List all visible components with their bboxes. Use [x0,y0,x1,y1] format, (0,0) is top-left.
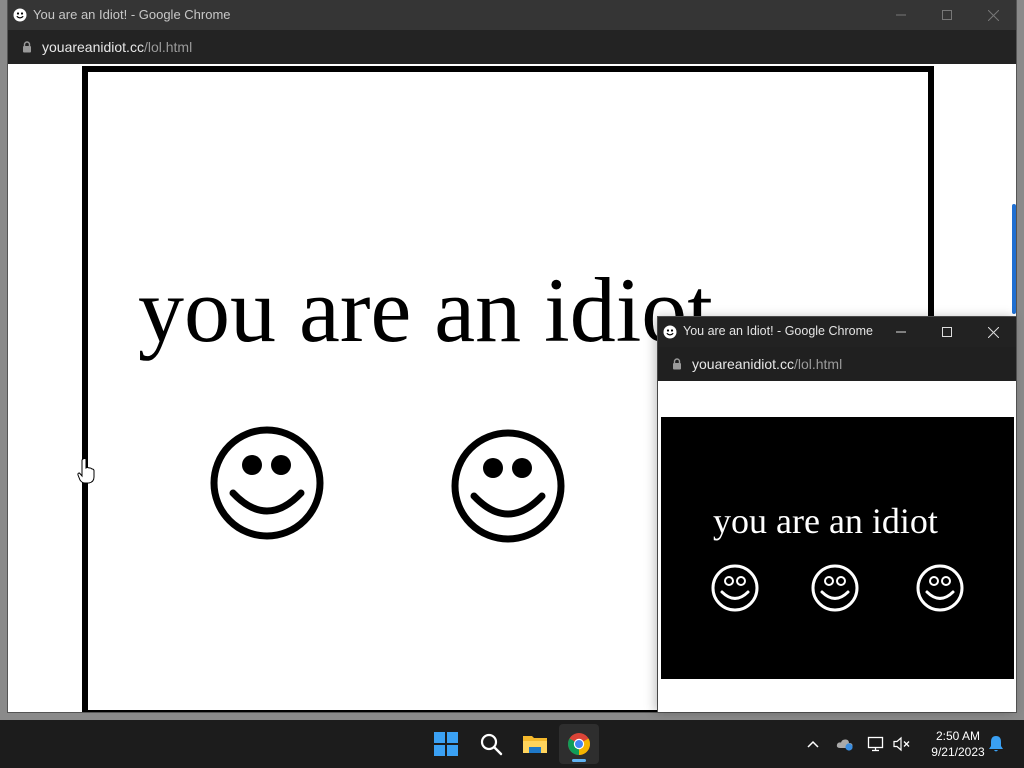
popup-url-text[interactable]: youareanidiot.cc/lol.html [692,356,842,372]
show-hidden-icons-button[interactable] [803,734,823,754]
chrome-icon [568,733,590,755]
network-icon [867,736,884,752]
start-button[interactable] [426,724,466,764]
smiley-icon [210,426,324,540]
maximize-icon [942,327,952,337]
popup-page-content: you are an idiot [658,381,1016,712]
volume-muted-icon [893,736,910,752]
chrome-taskbar-button[interactable] [559,724,599,764]
search-icon [480,733,503,756]
popup-close-button[interactable] [970,317,1016,347]
url-text[interactable]: youareanidiot.cc/lol.html [42,39,192,55]
onedrive-tray-button[interactable] [835,734,855,754]
network-tray-button[interactable] [866,734,886,754]
minimize-icon [896,14,906,16]
minimize-button[interactable] [878,0,924,30]
hand-cursor-icon [77,458,95,484]
popup-window-title: You are an Idiot! - Google Chrome [683,324,873,338]
lock-icon [673,358,681,370]
maximize-button[interactable] [924,0,970,30]
smiley-icon [711,564,759,612]
start-icon [434,732,458,756]
page-heading: you are an idiot [138,259,713,361]
minimize-icon [896,331,906,333]
smiley-icon [916,564,964,612]
address-bar[interactable]: youareanidiot.cc/lol.html [8,30,1016,64]
popup-address-bar[interactable]: youareanidiot.cc/lol.html [658,347,1016,381]
close-icon [987,326,999,338]
main-title-bar[interactable]: You are an Idiot! - Google Chrome [8,0,1016,30]
onedrive-icon [836,739,853,751]
chevron-up-icon [807,740,819,748]
url-path: /lol.html [793,356,843,372]
lock-icon [23,41,31,53]
smiley-icon [451,429,565,543]
popup-maximize-button[interactable] [924,317,970,347]
scrollbar-thumb[interactable] [1012,204,1016,314]
popup-inverted-panel: you are an idiot [661,417,1014,679]
popup-title-bar[interactable]: You are an Idiot! - Google Chrome [658,317,1016,347]
smiley-favicon-icon [663,325,677,339]
smiley-favicon-icon [13,8,27,22]
popup-minimize-button[interactable] [878,317,924,347]
search-button[interactable] [471,724,511,764]
popup-browser-window: You are an Idiot! - Google Chrome youare… [658,317,1016,712]
file-explorer-icon [523,736,547,753]
url-path: /lol.html [143,39,193,55]
notification-bell-icon [989,736,1003,752]
file-explorer-button[interactable] [515,724,555,764]
taskbar: 2:50 AM 9/21/2023 [0,720,1024,768]
close-icon [987,9,999,21]
main-window-title: You are an Idiot! - Google Chrome [33,7,231,22]
active-app-indicator [572,759,586,762]
volume-tray-button[interactable] [892,734,912,754]
notification-button[interactable] [986,734,1006,754]
close-button[interactable] [970,0,1016,30]
maximize-icon [942,10,952,20]
smiley-icon [811,564,859,612]
popup-heading: you are an idiot [713,501,938,541]
url-host: youareanidiot.cc [692,356,794,372]
url-host: youareanidiot.cc [42,39,144,55]
